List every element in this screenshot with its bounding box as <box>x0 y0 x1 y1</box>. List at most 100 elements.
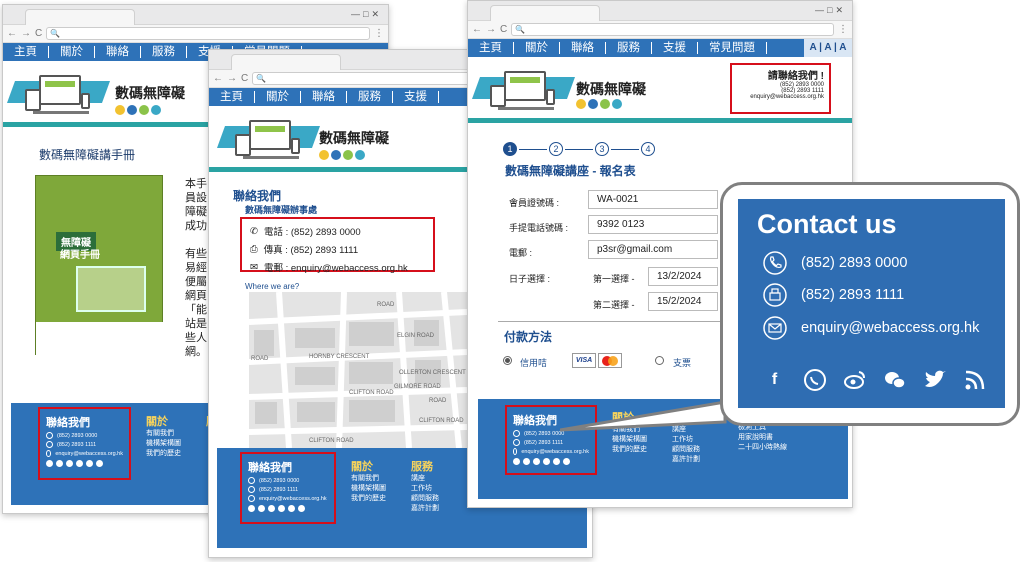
footer-link[interactable]: 用家說明書 <box>738 433 787 443</box>
twitter-icon[interactable] <box>86 460 93 467</box>
facebook-icon[interactable] <box>46 460 53 467</box>
member-no-input[interactable]: WA-0021 <box>588 190 718 209</box>
mobile-input[interactable]: 9392 0123 <box>588 215 718 234</box>
rss-icon[interactable] <box>962 367 987 392</box>
twitter-icon[interactable] <box>288 505 295 512</box>
footer-link[interactable]: 嘉許計劃 <box>672 455 700 465</box>
footer-email[interactable]: enquiry@webaccess.org.hk <box>259 496 327 502</box>
reload-icon[interactable]: C <box>500 24 507 35</box>
browser-tab[interactable] <box>231 54 341 70</box>
nav-item[interactable]: 服務 <box>141 46 187 58</box>
site-logo[interactable] <box>6 67 111 123</box>
weibo-icon[interactable] <box>66 460 73 467</box>
address-bar[interactable]: 🔍 <box>46 27 370 40</box>
whatsapp-icon[interactable] <box>258 505 265 512</box>
nav-item[interactable]: 關於 <box>255 91 301 103</box>
first-choice-input[interactable]: 13/2/2024 <box>648 267 718 286</box>
nav-item[interactable]: 服務 <box>606 42 652 54</box>
footer-email[interactable]: enquiry@webaccess.org.hk <box>521 449 589 455</box>
twitter-icon[interactable] <box>922 367 947 392</box>
font-size-toggle[interactable]: A | A | A <box>804 39 852 57</box>
nav-item[interactable]: 關於 <box>49 46 95 58</box>
browser-tab[interactable] <box>490 5 600 21</box>
callout-fax: (852) 2893 1111 <box>801 286 905 303</box>
menu-icon[interactable]: ⋮ <box>838 24 848 35</box>
wechat-icon[interactable] <box>76 460 83 467</box>
rss-icon[interactable] <box>298 505 305 512</box>
weibo-icon[interactable] <box>533 458 540 465</box>
forward-icon[interactable]: → <box>21 28 31 39</box>
email-input[interactable]: p3sr@gmail.com <box>588 240 718 259</box>
footer-link[interactable]: 講座 <box>411 474 439 484</box>
page-heading: 數碼無障礙講手冊 <box>39 148 136 162</box>
site-logo[interactable] <box>471 63 576 119</box>
facebook-icon[interactable] <box>513 458 520 465</box>
footer-link[interactable]: 嘉許計劃 <box>411 504 439 514</box>
nav-item[interactable]: 聯絡 <box>560 42 606 54</box>
footer-link[interactable]: 工作坊 <box>411 484 439 494</box>
nav-item[interactable]: 常見問題 <box>698 42 767 54</box>
footer-link[interactable]: 有關我們 <box>351 474 386 484</box>
whatsapp-icon[interactable] <box>56 460 63 467</box>
forward-icon[interactable]: → <box>486 24 496 35</box>
back-icon[interactable]: ← <box>7 28 17 39</box>
footer-link[interactable]: 顧問服務 <box>411 494 439 504</box>
location-map[interactable]: ROAD ROAD ROAD ELGIN ROAD HORNBY CRESCEN… <box>249 292 467 448</box>
nav-item[interactable]: 支援 <box>393 91 439 103</box>
nav-item[interactable]: 主頁 <box>3 46 49 58</box>
facebook-icon[interactable] <box>248 505 255 512</box>
footer-about-title: 關於 <box>351 461 373 473</box>
whatsapp-icon[interactable] <box>802 367 827 392</box>
footer-link[interactable]: 我們的歷史 <box>612 445 647 455</box>
wechat-icon[interactable] <box>543 458 550 465</box>
contact-fax: 傳真 : (852) 2893 1111 <box>263 245 359 256</box>
twitter-icon[interactable] <box>553 458 560 465</box>
rss-icon[interactable] <box>96 460 103 467</box>
map-label: Where we are? <box>245 282 300 291</box>
site-name: 數碼無障礙 <box>115 85 185 101</box>
address-bar[interactable]: 🔍 <box>511 23 834 36</box>
footer-link[interactable]: 機構架構圖 <box>351 484 386 494</box>
rss-icon[interactable] <box>563 458 570 465</box>
weibo-icon[interactable] <box>842 367 867 392</box>
contact-us-panel: Contact us (852) 2893 0000 (852) 2893 11… <box>738 199 1005 408</box>
second-choice-input[interactable]: 15/2/2024 <box>648 292 718 311</box>
nav-item[interactable]: 主頁 <box>209 91 255 103</box>
forward-icon[interactable]: → <box>227 73 237 84</box>
contact-email[interactable]: 電郵 : enquiry@webaccess.org.hk <box>264 260 408 274</box>
footer-phone: (852) 2893 0000 <box>524 430 565 437</box>
cheque-radio[interactable] <box>655 356 664 365</box>
footer-link[interactable]: 我們的歷史 <box>351 494 386 504</box>
facebook-icon[interactable]: f <box>762 367 787 392</box>
nav-item[interactable]: 支援 <box>652 42 698 54</box>
browser-tab[interactable] <box>25 9 135 25</box>
nav-item[interactable]: 服務 <box>347 91 393 103</box>
phone-icon <box>762 250 787 275</box>
footer-link[interactable]: 機構架構圖 <box>146 439 181 449</box>
credit-card-radio[interactable] <box>503 356 512 365</box>
wechat-icon[interactable] <box>882 367 907 392</box>
nav-item[interactable]: 關於 <box>514 42 560 54</box>
reload-icon[interactable]: C <box>35 28 42 39</box>
nav-item[interactable]: 聯絡 <box>301 91 347 103</box>
back-icon[interactable]: ← <box>213 73 223 84</box>
wechat-icon[interactable] <box>278 505 285 512</box>
handbook-cover[interactable]: 無障礙 網頁手冊 <box>35 175 164 356</box>
nav-item[interactable]: 主頁 <box>468 42 514 54</box>
footer-link[interactable]: 有關我們 <box>146 429 181 439</box>
back-icon[interactable]: ← <box>472 24 482 35</box>
footer-link[interactable]: 顧問服務 <box>672 445 700 455</box>
whatsapp-icon[interactable] <box>523 458 530 465</box>
footer-link[interactable]: 二十四小時熱線 <box>738 443 787 453</box>
weibo-icon[interactable] <box>268 505 275 512</box>
window-controls[interactable]: —□✕ <box>815 5 846 16</box>
footer-email[interactable]: enquiry@webaccess.org.hk <box>55 451 123 457</box>
window-controls[interactable]: —□✕ <box>351 9 382 20</box>
callout-email[interactable]: enquiry@webaccess.org.hk <box>801 320 979 336</box>
header-email[interactable]: enquiry@webaccess.org.hk <box>737 94 824 100</box>
site-logo[interactable] <box>216 112 321 168</box>
footer-link[interactable]: 我們的歷史 <box>146 449 181 459</box>
menu-icon[interactable]: ⋮ <box>374 28 384 39</box>
reload-icon[interactable]: C <box>241 73 248 84</box>
nav-item[interactable]: 聯絡 <box>95 46 141 58</box>
